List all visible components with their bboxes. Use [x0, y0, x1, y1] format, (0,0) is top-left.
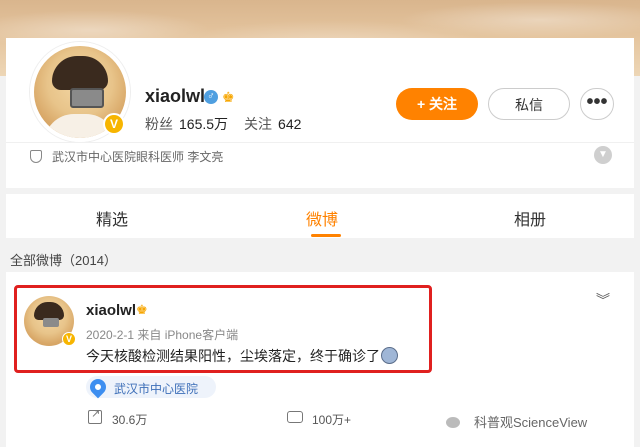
- profile-tabs: 精选 微博 相册: [6, 194, 634, 238]
- follow-button[interactable]: + 关注: [396, 88, 478, 120]
- comment-count[interactable]: 100万+: [312, 411, 351, 428]
- more-button[interactable]: •••: [580, 88, 614, 120]
- fans-label[interactable]: 粉丝: [145, 116, 173, 132]
- active-tab-indicator: [311, 234, 341, 237]
- posts-count-header: 全部微博（2014）: [10, 253, 117, 268]
- profile-name: xiaolwl: [145, 86, 206, 106]
- verified-badge-icon: V: [103, 113, 125, 135]
- crown-icon: ♚: [222, 89, 235, 105]
- follows-label[interactable]: 关注: [244, 116, 272, 132]
- profile-stats: 粉丝 165.5万 关注 642: [145, 114, 317, 134]
- tab-album[interactable]: 相册: [514, 206, 546, 230]
- verification-text: 武汉市中心医院眼科医师 李文亮: [52, 150, 224, 164]
- comment-icon[interactable]: [287, 406, 303, 423]
- location-tag[interactable]: 武汉市中心医院: [86, 375, 216, 399]
- shield-icon: [30, 150, 42, 163]
- fans-count[interactable]: 165.5万: [179, 116, 228, 132]
- repost-count[interactable]: 30.6万: [112, 411, 147, 428]
- location-text: 武汉市中心医院: [114, 382, 199, 396]
- follows-count[interactable]: 642: [278, 116, 301, 132]
- tab-weibo[interactable]: 微博: [306, 206, 338, 230]
- chevron-down-icon[interactable]: ︾: [596, 290, 610, 310]
- expand-chevron-icon[interactable]: ▼: [594, 146, 612, 164]
- profile-divider: [6, 142, 634, 143]
- watermark-text: 科普观ScienceView: [474, 415, 588, 430]
- message-button[interactable]: 私信: [488, 88, 570, 120]
- tab-featured[interactable]: 精选: [96, 206, 128, 230]
- highlight-box: [14, 285, 432, 373]
- wechat-icon: [446, 417, 460, 428]
- male-icon: ♂: [204, 90, 218, 104]
- verification-info: 武汉市中心医院眼科医师 李文亮: [30, 148, 223, 165]
- location-pin-icon: [86, 375, 110, 399]
- watermark: 科普观ScienceView: [446, 412, 587, 431]
- repost-icon[interactable]: [88, 407, 102, 424]
